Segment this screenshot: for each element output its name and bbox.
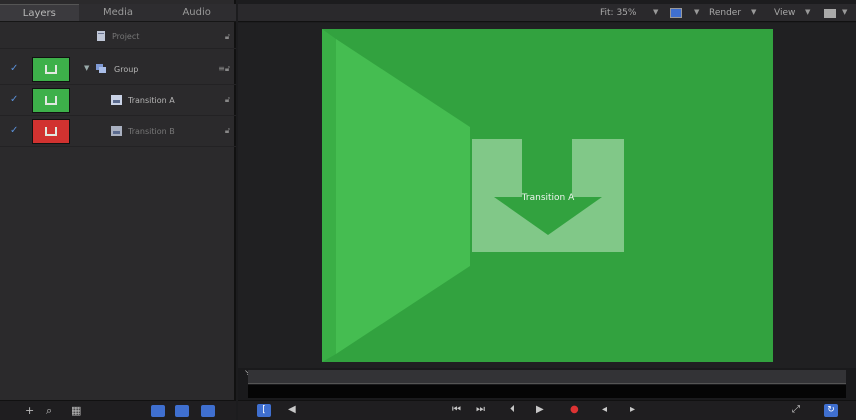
tab-media[interactable]: Media — [79, 4, 158, 21]
transport-controls: [ ◀ ⏮︎ ⏭︎ ⏴︎ ▶ ● ◂ ▸ ⤢ ↻ — [238, 400, 856, 420]
panel-tabs: Layers Media Audio — [0, 4, 236, 22]
chevron-down-icon[interactable]: ▼ — [842, 8, 847, 16]
view-menu[interactable]: View — [774, 8, 795, 18]
record-icon[interactable]: ● — [570, 404, 579, 415]
logo-glyph-icon — [45, 96, 57, 105]
image-layer-icon — [111, 126, 122, 136]
layer-thumbnail-group — [32, 57, 70, 82]
loop-back-icon[interactable]: ▸ — [630, 404, 635, 415]
layer-label-project: Project — [112, 32, 140, 41]
layer-row-transition-a[interactable]: ✓ Transition A 🔓︎ — [0, 85, 236, 116]
settings-icon[interactable] — [175, 405, 189, 417]
checkbox-icon[interactable]: ✓ — [10, 94, 18, 105]
fullscreen-icon[interactable]: ⤢ — [792, 404, 800, 415]
logo-glyph-icon — [45, 127, 57, 136]
document-icon — [97, 31, 105, 41]
layer-label-transition-a: Transition A — [128, 96, 175, 105]
canvas-toolbar: Fit: 35% ▼ ▼ Render ▼ View ▼ ▼ — [238, 4, 856, 22]
canvas-view-icon[interactable] — [151, 405, 165, 417]
group-icon — [96, 64, 106, 73]
layer-thumbnail-transition-b — [32, 119, 70, 144]
layer-label-transition-b: Transition B — [128, 127, 175, 136]
transition-logo: Transition A — [472, 139, 624, 252]
go-to-start-icon[interactable]: ⏮︎ — [452, 404, 461, 415]
audio-icon[interactable]: ◂ — [602, 404, 607, 415]
lock-icon[interactable]: 🔓︎ — [225, 126, 230, 136]
chevron-down-icon[interactable]: ▼ — [653, 8, 658, 16]
chevron-down-icon[interactable]: ▼ — [694, 8, 699, 16]
layer-row-group[interactable]: ✓ ▼ Group ≡🔓︎ — [0, 54, 236, 85]
layer-label-group: Group — [114, 65, 139, 74]
step-back-icon[interactable]: ⏴︎ — [510, 404, 515, 415]
color-channel-icon[interactable] — [670, 8, 682, 18]
play-icon[interactable]: ▶ — [536, 404, 544, 415]
previous-icon[interactable]: ◀ — [288, 404, 296, 415]
search-icon[interactable]: ⌕ — [46, 404, 52, 418]
render-menu[interactable]: Render — [709, 8, 741, 18]
layer-row-project[interactable]: Project 🔓︎ — [0, 23, 236, 49]
layers-panel: Layers Media Audio Project 🔓︎ ✓ ▼ Group … — [0, 0, 236, 420]
layers-toolbar: + ⌕ ▦ — [0, 400, 236, 420]
chevron-down-icon[interactable]: ▼ — [805, 8, 810, 16]
checkbox-icon[interactable]: ✓ — [10, 63, 18, 74]
group-options-icon[interactable]: ≡🔓︎ — [218, 64, 230, 74]
add-icon[interactable]: + — [25, 404, 34, 417]
grid-icon[interactable]: ▦ — [71, 404, 81, 417]
loop-icon[interactable]: ↻ — [824, 404, 838, 417]
layout-icon[interactable] — [824, 9, 836, 18]
timeline-ruler[interactable] — [248, 370, 846, 384]
in-point-icon[interactable]: [ — [257, 404, 271, 417]
layer-thumbnail-transition-a — [32, 88, 70, 113]
tab-audio[interactable]: Audio — [157, 4, 236, 21]
canvas-viewer[interactable]: Transition A — [238, 23, 856, 368]
mini-timeline[interactable]: ↘ — [238, 368, 856, 400]
image-layer-icon — [111, 95, 122, 105]
lock-icon[interactable]: 🔓︎ — [225, 95, 230, 105]
logo-glyph-icon — [45, 65, 57, 74]
layer-row-transition-b[interactable]: ✓ Transition B 🔓︎ — [0, 116, 236, 147]
checkbox-icon[interactable]: ✓ — [10, 125, 18, 136]
layers-view-icon[interactable] — [201, 405, 215, 417]
canvas-frame[interactable]: Transition A — [322, 29, 773, 362]
lock-icon[interactable]: 🔓︎ — [225, 32, 230, 42]
logo-label: Transition A — [521, 193, 575, 203]
timeline-track[interactable] — [248, 385, 846, 398]
go-to-end-icon[interactable]: ⏭︎ — [476, 404, 485, 415]
chevron-down-icon[interactable]: ▼ — [751, 8, 756, 16]
zoom-fit-menu[interactable]: Fit: 35% — [600, 8, 636, 18]
tab-layers[interactable]: Layers — [0, 4, 79, 21]
disclosure-triangle-icon[interactable]: ▼ — [84, 64, 89, 72]
